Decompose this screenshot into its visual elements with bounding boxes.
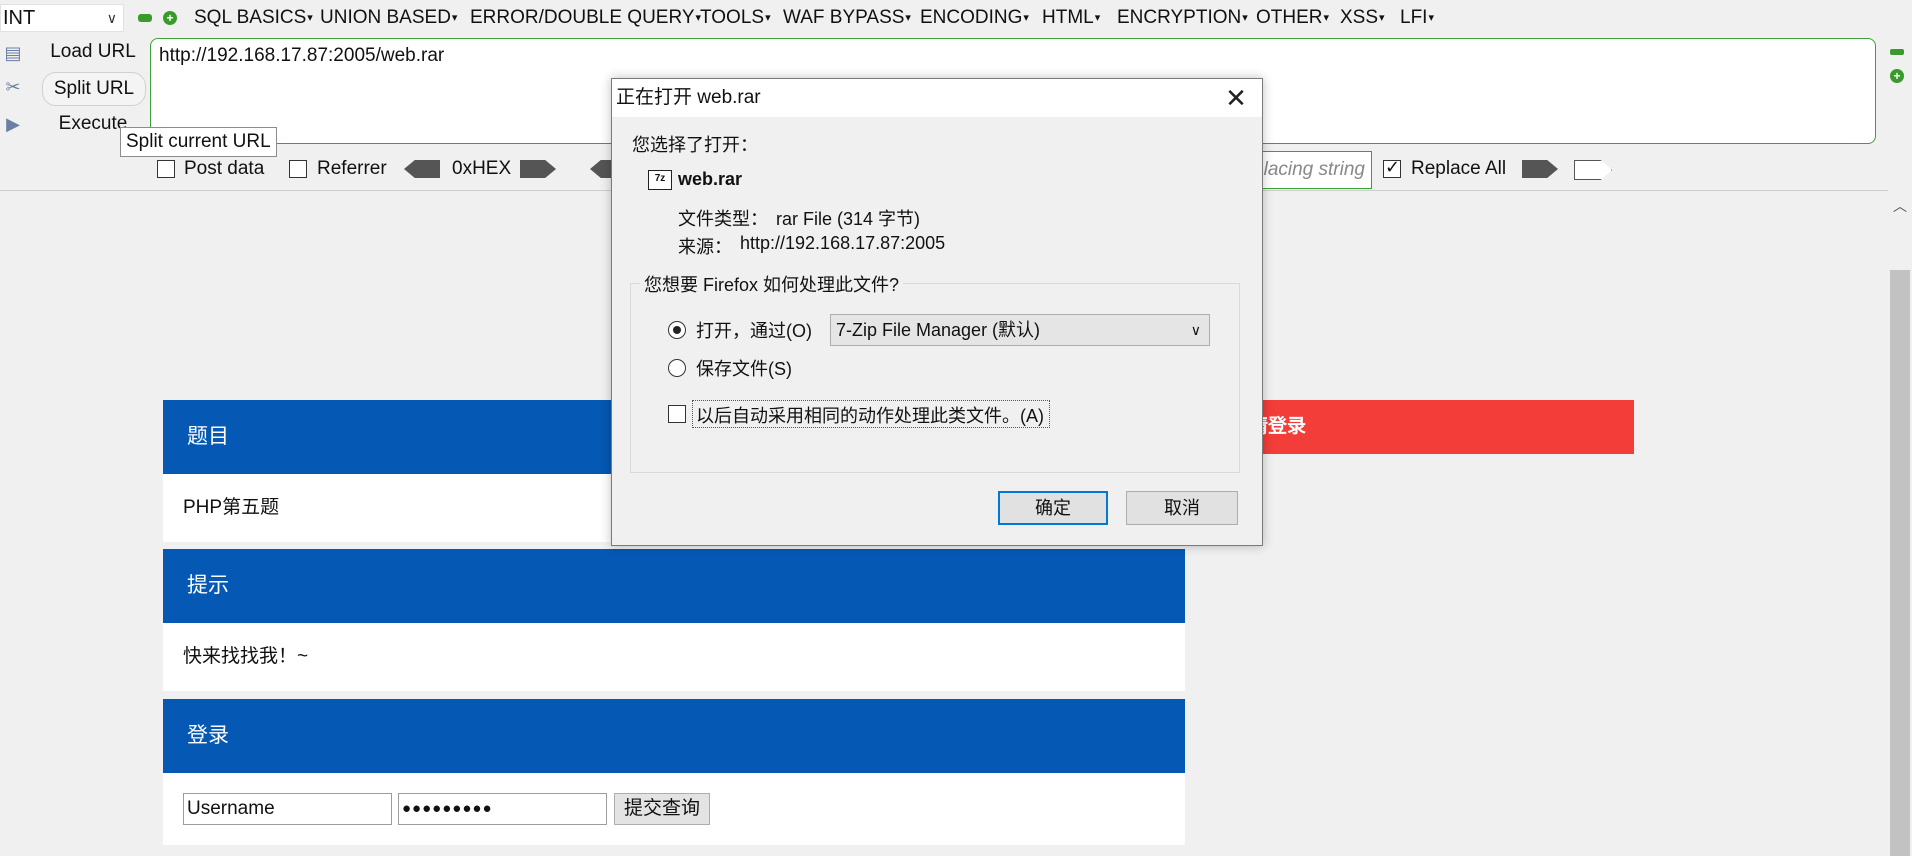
chosen-label: 您选择了打开： xyxy=(632,135,758,155)
scissors-icon: ✂ xyxy=(5,77,21,97)
arrow-right-outline-icon[interactable] xyxy=(1574,160,1612,180)
application-value: 7-Zip File Manager (默认) xyxy=(836,320,1041,340)
minus-icon[interactable] xyxy=(1890,49,1904,55)
injection-type-select[interactable]: INT ∨ xyxy=(0,4,124,32)
menu-xss[interactable]: XSS xyxy=(1340,4,1385,32)
auto-action-label: 以后自动采用相同的动作处理此类文件。(A) xyxy=(696,406,1044,426)
save-file-label: 保存文件(S) xyxy=(696,359,792,379)
menu-waf-bypass[interactable]: WAF BYPASS xyxy=(783,4,911,32)
chevron-down-icon: ∨ xyxy=(1190,322,1201,338)
dialog-title: 正在打开 web.rar xyxy=(616,87,761,108)
panel-title-hint: 提示 xyxy=(163,549,1185,623)
file-name: web.rar xyxy=(678,169,743,189)
source-value: http://192.168.17.87:2005 xyxy=(740,233,946,253)
minus-icon[interactable] xyxy=(138,14,152,22)
referrer-label: Referrer xyxy=(317,158,387,179)
plus-icon[interactable]: + xyxy=(1890,69,1904,83)
cancel-button[interactable]: 取消 xyxy=(1126,491,1238,525)
action-question: 您想要 Firefox 如何处理此文件? xyxy=(640,271,904,297)
post-data-label: Post data xyxy=(184,158,265,179)
menu-sql-basics[interactable]: SQL BASICS xyxy=(194,4,313,32)
menu-encoding[interactable]: ENCODING xyxy=(920,4,1029,32)
open-file-dialog: 正在打开 web.rar ✕ 您选择了打开： 7z web.rar 文件类型： … xyxy=(611,78,1263,546)
scroll-up-icon[interactable]: ︿ xyxy=(1893,196,1907,216)
scrollbar-thumb[interactable] xyxy=(1890,270,1910,856)
7zip-file-icon: 7z xyxy=(648,170,672,190)
plus-icon[interactable]: + xyxy=(163,11,177,25)
application-dropdown[interactable]: 7-Zip File Manager (默认) ∨ xyxy=(830,314,1210,346)
injection-type-value: INT xyxy=(3,7,36,29)
file-type-value: rar File (314 字节) xyxy=(776,209,921,229)
menu-error-double-query[interactable]: ERROR/DOUBLE QUERY xyxy=(470,4,701,32)
open-with-radio[interactable] xyxy=(668,321,686,339)
menu-other[interactable]: OTHER xyxy=(1256,4,1329,32)
menu-html[interactable]: HTML xyxy=(1042,4,1100,32)
load-url-button[interactable]: Load URL xyxy=(42,36,144,68)
post-data-checkbox[interactable] xyxy=(157,160,175,178)
menu-lfi[interactable]: LFI xyxy=(1400,4,1434,32)
load-url-icon: ▤ xyxy=(4,43,22,63)
arrow-right-icon[interactable] xyxy=(1522,160,1558,178)
arrow-right-icon[interactable] xyxy=(520,160,556,178)
split-url-tooltip: Split current URL xyxy=(120,127,277,157)
panel-body-hint: 快来找找我！~ xyxy=(163,623,1185,691)
save-file-radio[interactable] xyxy=(668,359,686,377)
open-with-label: 打开，通过(O) xyxy=(696,321,812,341)
chevron-down-icon: ∨ xyxy=(106,10,117,26)
menu-tools[interactable]: TOOLS xyxy=(700,4,771,32)
menu-encryption[interactable]: ENCRYPTION xyxy=(1117,4,1248,32)
arrow-left-icon[interactable] xyxy=(404,160,440,178)
auto-action-checkbox[interactable] xyxy=(668,405,686,423)
execute-icon: ▶ xyxy=(6,114,20,134)
dialog-titlebar: 正在打开 web.rar ✕ xyxy=(612,79,1262,117)
split-url-button[interactable]: Split URL xyxy=(42,72,146,106)
source-label: 来源： xyxy=(678,237,732,257)
file-type-label: 文件类型： xyxy=(678,209,768,229)
username-input[interactable]: Username xyxy=(183,793,392,825)
menu-union-based[interactable]: UNION BASED xyxy=(320,4,457,32)
submit-query-button[interactable]: 提交查询 xyxy=(614,793,710,825)
ok-button[interactable]: 确定 xyxy=(998,491,1108,525)
replace-all-label: Replace All xyxy=(1411,158,1507,179)
url-value: http://192.168.17.87:2005/web.rar xyxy=(159,45,445,66)
hex-label: 0xHEX xyxy=(452,158,512,179)
panel-title-login: 登录 xyxy=(163,699,1185,773)
referrer-checkbox[interactable] xyxy=(289,160,307,178)
password-input[interactable]: ●●●●●●●●● xyxy=(398,793,607,825)
close-icon[interactable]: ✕ xyxy=(1221,83,1251,113)
replace-all-checkbox[interactable] xyxy=(1383,157,1401,178)
